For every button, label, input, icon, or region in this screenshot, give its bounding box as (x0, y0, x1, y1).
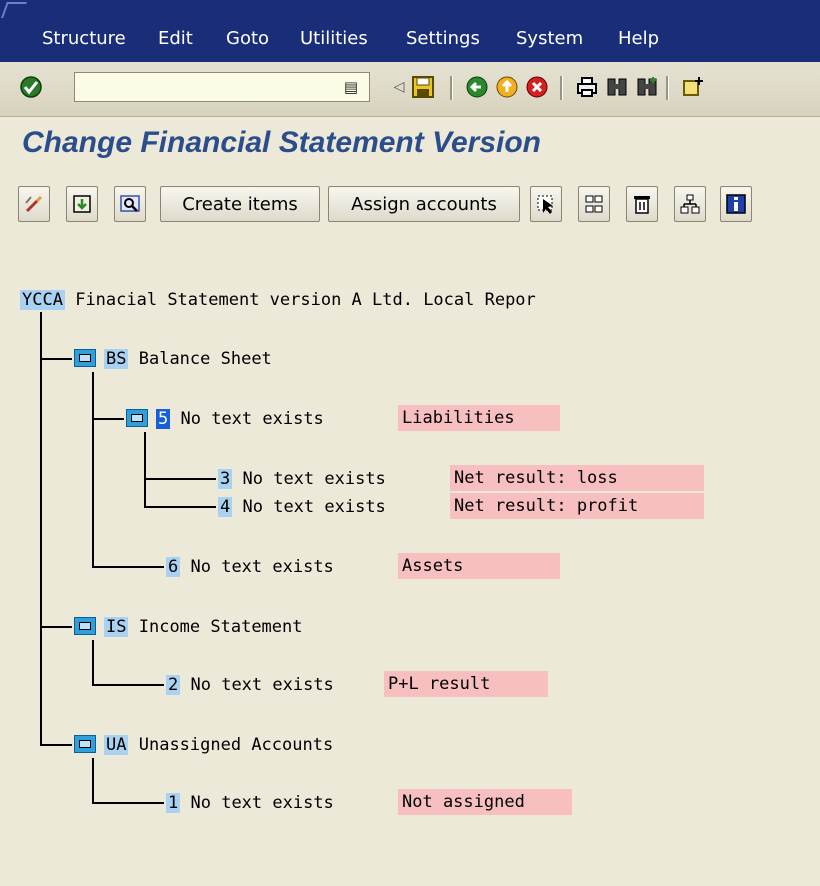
tree-connector (92, 566, 164, 568)
node-key[interactable]: 2 (166, 675, 181, 695)
node-key[interactable]: 4 (218, 497, 233, 517)
page-title: Change Financial Statement Version (22, 126, 542, 159)
node-text: No text exists (242, 497, 386, 517)
tree-connector (40, 358, 72, 360)
tree-node-balance-sheet[interactable]: BS Balance Sheet (74, 347, 272, 371)
folder-open-icon[interactable] (74, 617, 96, 635)
node-key[interactable]: UA (104, 735, 129, 755)
tree-connector (92, 418, 124, 420)
tree-connector (92, 684, 164, 686)
tree-connector (92, 802, 164, 804)
hierarchy-icon[interactable] (674, 186, 706, 222)
node-text: No text exists (242, 469, 386, 489)
toolbar-separator (560, 76, 563, 100)
node-description: Net result: profit (450, 493, 704, 519)
command-field-dropdown-icon[interactable]: ▤ (340, 76, 362, 98)
node-text: Income Statement (138, 617, 303, 637)
node-text: Finacial Statement version A Ltd. Local … (75, 290, 536, 310)
exit-icon[interactable] (494, 74, 520, 100)
tree-root-node[interactable]: YCCA Finacial Statement version A Ltd. L… (20, 288, 536, 312)
print-icon[interactable] (574, 74, 600, 100)
node-description: Assets (398, 553, 560, 579)
menu-bar: Structure Edit Goto Utilities Settings S… (0, 0, 820, 62)
node-description: P+L result (384, 671, 548, 697)
tree-connector (92, 372, 94, 566)
node-key[interactable]: YCCA (20, 290, 65, 310)
info-icon[interactable] (720, 186, 752, 222)
select-icon[interactable] (530, 186, 562, 222)
find-icon[interactable] (604, 74, 630, 100)
tree-node-2[interactable]: 2 No text exists (166, 673, 334, 697)
tree-connector (92, 758, 94, 802)
other-version-icon[interactable] (66, 186, 98, 222)
tree-connector (40, 312, 42, 744)
toolbar-separator (666, 76, 669, 100)
node-key[interactable]: 6 (166, 557, 181, 577)
tree-node-3[interactable]: 3 No text exists (218, 467, 386, 491)
back-icon[interactable] (464, 74, 490, 100)
node-key[interactable]: IS (104, 617, 129, 637)
node-text: No text exists (180, 409, 324, 429)
command-field[interactable] (74, 72, 370, 102)
node-description: Liabilities (398, 405, 560, 431)
folder-open-icon[interactable] (74, 735, 96, 753)
node-description: Not assigned (398, 789, 572, 815)
node-text: Balance Sheet (138, 349, 272, 369)
assign-accounts-button[interactable]: Assign accounts (328, 186, 520, 222)
tree-connector (40, 744, 72, 746)
display-change-icon[interactable] (18, 186, 50, 222)
reassign-icon[interactable] (578, 186, 610, 222)
window-corner-icon[interactable] (1, 2, 27, 18)
tree-node-income-statement[interactable]: IS Income Statement (74, 615, 303, 639)
find-next-icon[interactable] (634, 74, 660, 100)
menu-structure[interactable]: Structure (42, 28, 126, 49)
tree-node-4[interactable]: 4 No text exists (218, 495, 386, 519)
tree-connector (144, 478, 216, 480)
toolbar-separator (450, 76, 453, 100)
tree-connector (92, 640, 94, 684)
menu-goto[interactable]: Goto (226, 28, 269, 49)
cancel-icon[interactable] (524, 74, 550, 100)
tree-connector (144, 432, 146, 506)
menu-utilities[interactable]: Utilities (300, 28, 368, 49)
menu-settings[interactable]: Settings (406, 28, 480, 49)
standard-toolbar: ▤ ◁ (0, 62, 820, 117)
node-key[interactable]: BS (104, 349, 129, 369)
collapse-icon[interactable]: ◁ (386, 74, 412, 100)
tree-node-6[interactable]: 6 No text exists (166, 555, 334, 579)
new-session-icon[interactable] (680, 74, 706, 100)
node-key[interactable]: 5 (156, 409, 171, 429)
save-icon[interactable] (410, 74, 436, 100)
folder-open-icon[interactable] (126, 409, 148, 427)
node-text: No text exists (190, 793, 334, 813)
create-items-button[interactable]: Create items (160, 186, 320, 222)
check-icon[interactable] (114, 186, 146, 222)
tree-node-5[interactable]: 5 No text exists (126, 407, 324, 431)
menu-system[interactable]: System (516, 28, 583, 49)
node-text: Unassigned Accounts (138, 735, 334, 755)
node-key[interactable]: 3 (218, 469, 233, 489)
tree-node-1[interactable]: 1 No text exists (166, 791, 334, 815)
node-text: No text exists (190, 557, 334, 577)
enter-icon[interactable] (18, 74, 44, 100)
application-toolbar: Create items Assign accounts (0, 176, 820, 234)
tree-connector (144, 506, 216, 508)
tree-connector (40, 626, 72, 628)
menu-edit[interactable]: Edit (158, 28, 193, 49)
node-key[interactable]: 1 (166, 793, 181, 813)
folder-open-icon[interactable] (74, 349, 96, 367)
delete-icon[interactable] (626, 186, 658, 222)
node-text: No text exists (190, 675, 334, 695)
tree-node-unassigned-accounts[interactable]: UA Unassigned Accounts (74, 733, 333, 757)
menu-help[interactable]: Help (618, 28, 659, 49)
node-description: Net result: loss (450, 465, 704, 491)
fs-version-tree: YCCA Finacial Statement version A Ltd. L… (0, 234, 820, 886)
